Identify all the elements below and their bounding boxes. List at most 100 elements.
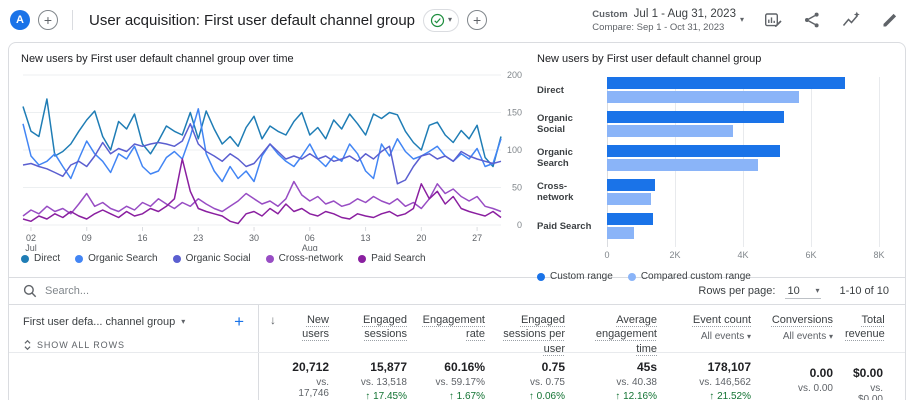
legend-item-organic-social: Organic Social: [172, 253, 251, 264]
table-totals-row: 20,712vs. 17,746↑ 16.71% 15,877vs. 13,518…: [9, 352, 905, 400]
bar-chart-legend: Custom range Compared custom range: [537, 271, 891, 282]
legend-dot-icon: [265, 254, 274, 263]
bar-category-label: Organic Search: [537, 147, 573, 169]
x-axis-sublabel: Aug: [302, 243, 318, 251]
x-axis-label: 09: [82, 233, 92, 243]
y-axis-label: 100: [507, 145, 522, 155]
x-axis-label: 0: [604, 250, 610, 260]
bar-current-period: [607, 77, 845, 89]
column-header-engaged-sessions[interactable]: Engaged sessions: [341, 305, 419, 356]
column-header-engaged-sessions-per-user[interactable]: Engaged sessions per user: [497, 305, 577, 356]
totals-cell-average-engagement-time: 45s vs. 40.38 ↑ 12.16%: [615, 360, 657, 400]
date-compare-value: Compare: Sep 1 - Oct 31, 2023: [592, 21, 725, 33]
x-axis-label: 16: [137, 233, 147, 243]
line-chart-legend: Direct Organic Search Organic Social Cross-…: [21, 253, 529, 264]
bar-group-organic-social: Organic Social: [537, 111, 891, 137]
column-header-engagement-rate[interactable]: Engagement rate: [419, 305, 497, 356]
x-axis-label: 20: [416, 233, 426, 243]
column-filter-dropdown[interactable]: All events ▾: [669, 330, 751, 343]
customize-report-icon[interactable]: [764, 11, 782, 29]
column-filter-dropdown[interactable]: All events ▾: [763, 330, 833, 343]
bar-group-cross-network: Cross-network: [537, 179, 891, 205]
pagination-status: 1-10 of 10: [839, 285, 889, 297]
check-circle-icon: [430, 13, 445, 28]
unfold-icon: [24, 339, 31, 351]
line-chart-plot: 0 50 100 150 200 02Jul 09 16 23 30 06Aug 13 20 27: [22, 70, 522, 251]
bar-current-period: [607, 213, 653, 225]
totals-cell-conversions: 0.00 vs. 0.00: [797, 366, 833, 394]
rows-per-page-select[interactable]: 10 ▾: [785, 284, 822, 299]
totals-cell-event-count: 178,107 vs. 146,562 ↑ 21.52%: [699, 360, 751, 400]
y-axis-label: 0: [517, 220, 522, 230]
legend-item-direct: Direct: [21, 253, 60, 264]
bar-compare-period: [607, 91, 800, 103]
dimension-column-header: First user defa... channel group ▾ + SHO…: [9, 305, 259, 352]
legend-dot-icon: [172, 254, 181, 263]
totals-cell-engagement-rate: 60.16% vs. 59.17% ↑ 1.67%: [435, 360, 485, 400]
report-status-dropdown[interactable]: ▾: [423, 8, 460, 32]
bar-current-period: [607, 145, 781, 157]
sort-direction-icon[interactable]: ↓: [259, 305, 283, 356]
line-series-organic-search: [22, 108, 502, 183]
y-axis-label: 200: [507, 70, 522, 80]
rows-per-page-label: Rows per page:: [698, 285, 776, 297]
chevron-down-icon[interactable]: ▾: [740, 16, 744, 24]
bar-category-label: Organic Social: [537, 113, 573, 135]
bar-category-label: Direct: [537, 84, 564, 96]
x-axis-label: 13: [361, 233, 371, 243]
search-icon: [23, 284, 37, 298]
y-axis-label: 150: [507, 108, 522, 118]
x-axis-label: 8K: [873, 250, 885, 260]
date-range-type: Custom: [592, 8, 628, 20]
report-title: User acquisition: First user default cha…: [89, 11, 416, 29]
bar-chart-panel: New users by First user default channel …: [537, 53, 891, 282]
account-avatar[interactable]: A: [10, 10, 30, 30]
add-dimension-button[interactable]: +: [234, 313, 244, 330]
bar-group-organic-search: Organic Search: [537, 145, 891, 171]
show-all-rows-button[interactable]: SHOW ALL ROWS: [23, 339, 244, 351]
column-header-total-revenue[interactable]: Total revenue: [845, 305, 905, 356]
share-icon[interactable]: [803, 11, 821, 29]
legend-dot-icon: [537, 272, 545, 281]
edit-icon[interactable]: [881, 11, 899, 29]
x-axis-label: 02: [26, 233, 36, 243]
bar-category-label: Cross-network: [537, 181, 574, 203]
x-axis-label: 23: [193, 233, 203, 243]
date-range-picker[interactable]: Custom Jul 1 - Aug 31, 2023 Compare: Sep …: [592, 8, 736, 33]
bar-compare-period: [607, 193, 652, 205]
bar-compare-period: [607, 227, 635, 239]
column-header-new-users[interactable]: New users: [283, 305, 341, 356]
legend-item-paid-search: Paid Search: [358, 253, 426, 264]
column-header-conversions[interactable]: Conversions All events ▾: [763, 305, 845, 356]
chevron-down-icon: ▾: [448, 15, 453, 24]
divider: [72, 10, 73, 30]
bar-chart-plot: Direct Organic Social Organic Search Cross-…: [537, 77, 891, 261]
line-series-paid-search: [22, 158, 502, 225]
column-header-average-engagement-time[interactable]: Average engagement time: [577, 305, 669, 356]
column-header-event-count[interactable]: Event count All events ▾: [669, 305, 763, 356]
table-header-row: First user defa... channel group ▾ + SHO…: [9, 304, 905, 355]
x-axis-label: 30: [249, 233, 259, 243]
legend-dot-icon: [627, 272, 636, 281]
legend-dot-icon: [75, 254, 84, 263]
bar-category-label: Paid Search: [537, 220, 592, 232]
search-input[interactable]: [45, 285, 345, 297]
line-chart-panel: New users by First user default channel …: [21, 53, 529, 277]
add-comparison-button[interactable]: +: [467, 10, 488, 30]
x-axis-label: 2K: [669, 250, 681, 260]
legend-item-compared-custom-range: Compared custom range: [627, 271, 751, 282]
add-report-button[interactable]: +: [38, 10, 58, 30]
chevron-down-icon: ▾: [815, 285, 820, 295]
line-chart-title: New users by First user default channel …: [21, 53, 294, 65]
dimension-dropdown[interactable]: First user defa... channel group: [23, 316, 175, 328]
bar-compare-period: [607, 125, 733, 137]
legend-item-custom-range: Custom range: [537, 271, 613, 282]
totals-cell-total-revenue: $0.00 vs. $0.00: [852, 366, 883, 400]
bar-chart-x-axis: 0 2K 4K 6K 8K: [604, 247, 884, 261]
totals-cell-engaged-sessions: 15,877 vs. 13,518 ↑ 17.45%: [360, 360, 407, 400]
legend-dot-icon: [21, 254, 29, 263]
report-card: New users by First user default channel …: [8, 42, 906, 400]
insights-icon[interactable]: [842, 11, 860, 29]
x-axis-label: 6K: [805, 250, 817, 260]
chevron-down-icon: ▾: [181, 316, 186, 326]
